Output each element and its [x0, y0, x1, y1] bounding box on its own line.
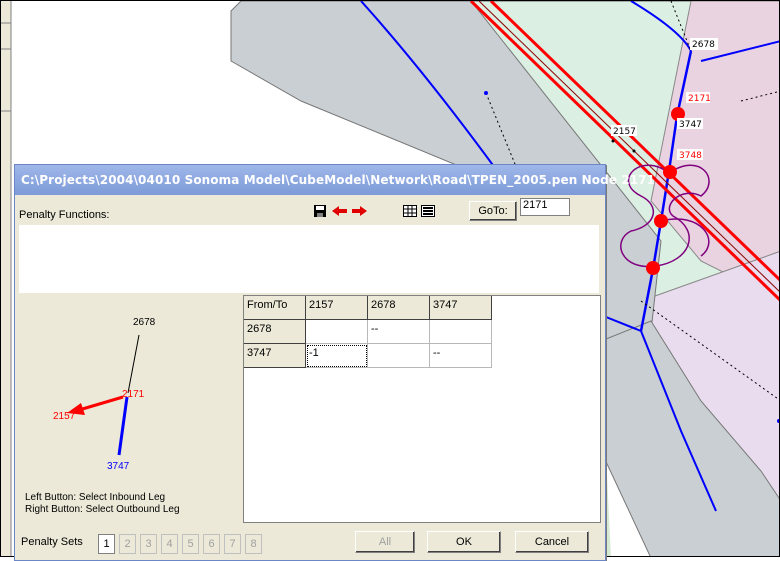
penalty-set-4[interactable]: 4 [161, 534, 178, 554]
list-view-icon[interactable] [419, 202, 437, 220]
penalty-sets-label: Penalty Sets [21, 536, 83, 548]
map-label-2171: 2171 [688, 94, 711, 104]
grid-col-header[interactable]: 3747 [430, 296, 492, 320]
grid-cell[interactable]: -- [368, 320, 430, 344]
dialog-title: C:\Projects\2004\04010 Sonoma Model\Cube… [21, 173, 656, 187]
leg-3747[interactable] [117, 396, 129, 456]
grid-cell-selected[interactable]: -1 [306, 344, 368, 368]
grid-cell[interactable]: -- [430, 344, 492, 368]
left-panel-edge [1, 1, 11, 556]
centroid-dot [484, 91, 488, 95]
goto-input[interactable]: 2171 [520, 198, 570, 216]
ok-button[interactable]: OK [427, 531, 501, 553]
grid-row-header[interactable]: 2678 [244, 320, 306, 344]
node-3748[interactable] [663, 165, 677, 179]
node-dot [632, 149, 636, 153]
penalty-set-5[interactable]: 5 [182, 534, 199, 554]
arrow-right-icon[interactable] [351, 202, 369, 220]
grid-corner: From/To [244, 296, 306, 320]
penalty-set-1[interactable]: 1 [98, 534, 115, 554]
leg-2678[interactable] [127, 334, 140, 394]
map-label-2678: 2678 [692, 40, 715, 50]
hint-left-button: Left Button: Select Inbound Leg [25, 492, 166, 503]
node-dot [611, 139, 615, 143]
cancel-button[interactable]: Cancel [515, 531, 589, 553]
grid-col-header[interactable]: 2678 [368, 296, 430, 320]
all-button[interactable]: All [355, 531, 415, 553]
diagram-node-center: 2171 [122, 389, 145, 400]
penalty-set-7[interactable]: 7 [224, 534, 241, 554]
map-label-2157: 2157 [613, 127, 636, 137]
grid-cell[interactable] [430, 320, 492, 344]
diagram-node-bottom: 3747 [107, 461, 130, 472]
grid-cell[interactable] [306, 320, 368, 344]
save-icon[interactable] [311, 202, 329, 220]
grid-col-header[interactable]: 2157 [306, 296, 368, 320]
penalty-set-2[interactable]: 2 [119, 534, 136, 554]
goto-button[interactable]: GoTo: [469, 201, 517, 221]
hint-right-button: Right Button: Select Outbound Leg [25, 504, 180, 515]
penalty-dialog: C:\Projects\2004\04010 Sonoma Model\Cube… [14, 164, 655, 561]
grid-row-header[interactable]: 3747 [244, 344, 306, 368]
penalty-set-6[interactable]: 6 [203, 534, 220, 554]
penalty-set-8[interactable]: 8 [245, 534, 262, 554]
penalty-functions-label: Penalty Functions: [19, 209, 110, 221]
node[interactable] [654, 214, 668, 228]
map-label-3748: 3748 [679, 151, 702, 161]
grid-cell[interactable] [368, 344, 430, 368]
dialog-titlebar[interactable]: C:\Projects\2004\04010 Sonoma Model\Cube… [15, 165, 655, 195]
diagram-node-top: 2678 [133, 317, 156, 328]
penalty-set-3[interactable]: 3 [140, 534, 157, 554]
leg-2157[interactable] [78, 395, 124, 412]
node[interactable] [646, 261, 660, 275]
turn-diagram-panel[interactable]: 2678 2171 2157 3747 Left Button: Select … [19, 295, 243, 523]
grid-view-icon[interactable] [401, 202, 419, 220]
penalty-functions-box[interactable] [19, 225, 599, 293]
penalty-grid[interactable]: From/To 2157 2678 3747 2678 -- 3747 -1 -… [243, 295, 601, 523]
map-label-3747: 3747 [679, 120, 702, 130]
arrow-left-icon[interactable] [331, 202, 349, 220]
diagram-node-left: 2157 [53, 411, 76, 422]
